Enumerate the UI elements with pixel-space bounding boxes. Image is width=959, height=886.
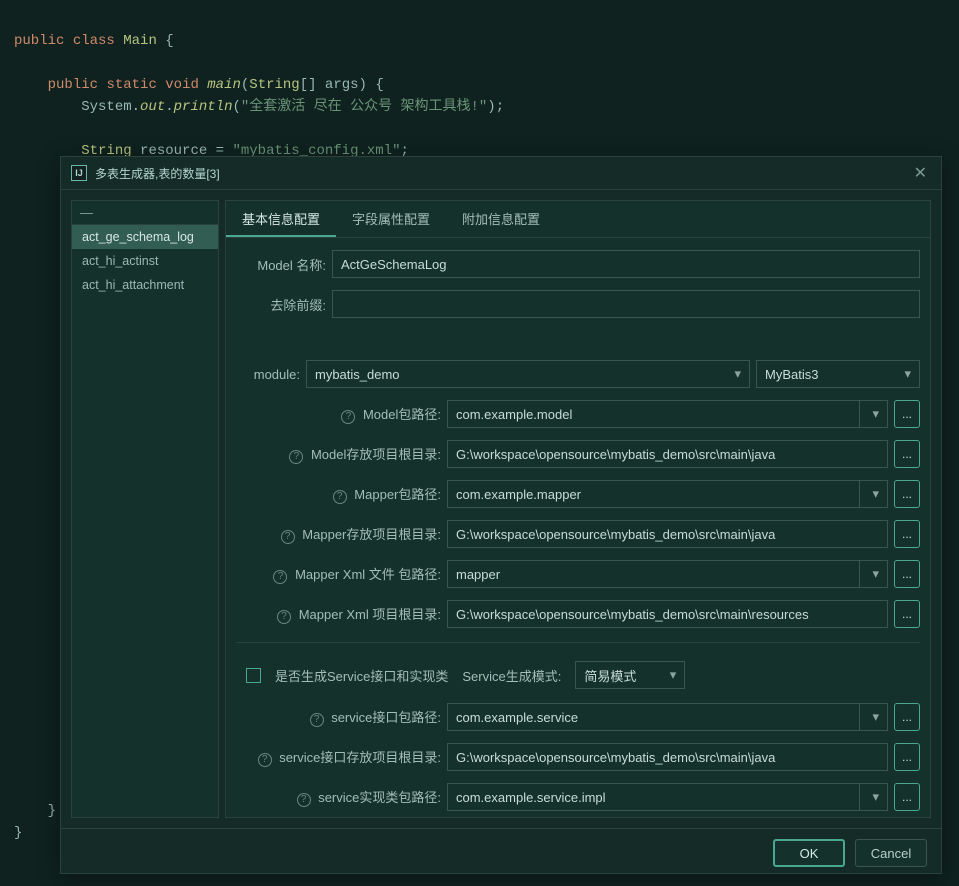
ok-button[interactable]: OK	[773, 839, 845, 867]
table-list-sidebar: — act_ge_schema_logact_hi_actinstact_hi_…	[71, 200, 219, 818]
service-row-0-browse-button[interactable]: ...	[894, 703, 920, 731]
generate-service-checkbox[interactable]	[246, 668, 261, 683]
module-label: module:	[236, 367, 300, 382]
path-row-3-browse-button[interactable]: ...	[894, 520, 920, 548]
help-icon[interactable]: ?	[297, 793, 311, 807]
remove-prefix-label: 去除前缀:	[236, 295, 326, 314]
tab-1[interactable]: 字段属性配置	[336, 201, 446, 237]
path-row-2-combo[interactable]: com.example.mapper▾	[447, 480, 888, 508]
service-row-0-combo[interactable]: com.example.service▾	[447, 703, 888, 731]
remove-button[interactable]: —	[72, 201, 218, 225]
dialog-title: 多表生成器,表的数量[3]	[95, 165, 220, 182]
chevron-down-icon: ▾	[872, 486, 879, 502]
path-row-2-label: ? Mapper包路径:	[236, 484, 441, 504]
help-icon[interactable]: ?	[289, 450, 303, 464]
service-row-2-browse-button[interactable]: ...	[894, 783, 920, 811]
help-icon[interactable]: ?	[273, 570, 287, 584]
tab-2[interactable]: 附加信息配置	[446, 201, 556, 237]
help-icon[interactable]: ?	[310, 713, 324, 727]
tab-bar: 基本信息配置字段属性配置附加信息配置	[226, 201, 930, 238]
path-row-4-browse-button[interactable]: ...	[894, 560, 920, 588]
module-select[interactable]: mybatis_demo ▾	[306, 360, 750, 388]
path-row-1-label: ? Model存放项目根目录:	[236, 444, 441, 464]
service-mode-select[interactable]: 简易模式 ▾	[575, 661, 685, 689]
service-row-2-label: ? service实现类包路径:	[236, 787, 441, 807]
service-row-1-label: ? service接口存放项目根目录:	[236, 747, 441, 767]
help-icon[interactable]: ?	[333, 490, 347, 504]
path-row-0-combo[interactable]: com.example.model▾	[447, 400, 888, 428]
model-name-input[interactable]	[332, 250, 920, 278]
path-row-3-label: ? Mapper存放项目根目录:	[236, 524, 441, 544]
path-row-5-label: ? Mapper Xml 项目根目录:	[236, 604, 441, 624]
path-row-3-input[interactable]	[447, 520, 888, 548]
service-row-1-input[interactable]	[447, 743, 888, 771]
path-row-5-input[interactable]	[447, 600, 888, 628]
sidebar-item-table[interactable]: act_hi_actinst	[72, 249, 218, 273]
cancel-button[interactable]: Cancel	[855, 839, 927, 867]
service-row-2-combo[interactable]: com.example.service.impl▾	[447, 783, 888, 811]
path-row-5-browse-button[interactable]: ...	[894, 600, 920, 628]
app-icon: IJ	[71, 165, 87, 181]
path-row-4-combo[interactable]: mapper▾	[447, 560, 888, 588]
service-row-1-browse-button[interactable]: ...	[894, 743, 920, 771]
remove-prefix-input[interactable]	[332, 290, 920, 318]
chevron-down-icon: ▾	[872, 789, 879, 805]
framework-select[interactable]: MyBatis3 ▾	[756, 360, 920, 388]
dialog-titlebar: IJ 多表生成器,表的数量[3] ✕	[61, 157, 941, 190]
tab-0[interactable]: 基本信息配置	[226, 201, 336, 237]
chevron-down-icon: ▾	[670, 667, 677, 683]
path-row-1-input[interactable]	[447, 440, 888, 468]
chevron-down-icon: ▾	[872, 709, 879, 725]
main-panel: 基本信息配置字段属性配置附加信息配置 Model 名称: 去除前缀: modul…	[225, 200, 931, 818]
path-row-2-browse-button[interactable]: ...	[894, 480, 920, 508]
sidebar-item-table[interactable]: act_ge_schema_log	[72, 225, 218, 249]
divider	[236, 642, 920, 643]
path-row-4-label: ? Mapper Xml 文件 包路径:	[236, 564, 441, 584]
generator-dialog: IJ 多表生成器,表的数量[3] ✕ — act_ge_schema_logac…	[60, 156, 942, 874]
service-mode-label: Service生成模式:	[462, 666, 561, 685]
path-row-0-browse-button[interactable]: ...	[894, 400, 920, 428]
chevron-down-icon: ▾	[904, 366, 911, 382]
chevron-down-icon: ▾	[872, 566, 879, 582]
form-area: Model 名称: 去除前缀: module: mybatis_demo ▾ M…	[226, 238, 930, 817]
close-icon[interactable]: ✕	[910, 163, 931, 183]
chevron-down-icon: ▾	[872, 406, 879, 422]
sidebar-item-table[interactable]: act_hi_attachment	[72, 273, 218, 297]
help-icon[interactable]: ?	[277, 610, 291, 624]
chevron-down-icon: ▾	[734, 366, 741, 382]
model-name-label: Model 名称:	[236, 255, 326, 274]
help-icon[interactable]: ?	[281, 530, 295, 544]
service-row-0-label: ? service接口包路径:	[236, 707, 441, 727]
path-row-0-label: ? Model包路径:	[236, 404, 441, 424]
dialog-footer: OK Cancel	[61, 828, 941, 877]
help-icon[interactable]: ?	[341, 410, 355, 424]
path-row-1-browse-button[interactable]: ...	[894, 440, 920, 468]
help-icon[interactable]: ?	[258, 753, 272, 767]
generate-service-label: 是否生成Service接口和实现类	[275, 666, 448, 685]
